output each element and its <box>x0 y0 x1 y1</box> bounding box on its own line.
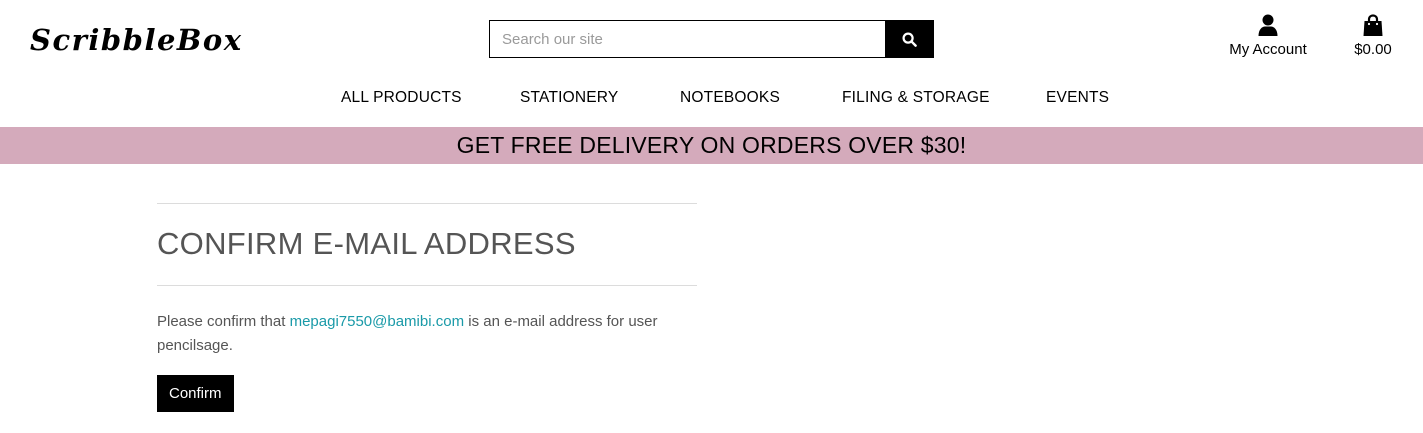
nav-item-notebooks[interactable]: NOTEBOOKS <box>680 89 780 107</box>
search-input[interactable] <box>489 20 885 58</box>
nav-item-events[interactable]: EVENTS <box>1046 89 1109 107</box>
delivery-banner: GET FREE DELIVERY ON ORDERS OVER $30! <box>0 127 1423 164</box>
search-form <box>489 20 934 58</box>
top-divider <box>157 203 697 204</box>
nav-item-filing-storage[interactable]: FILING & STORAGE <box>842 89 990 107</box>
user-icon <box>1222 14 1314 38</box>
page-title: CONFIRM E-MAIL ADDRESS <box>157 226 576 261</box>
site-logo[interactable]: ScribbleBox <box>30 20 243 60</box>
main-nav: ALL PRODUCTS STATIONERY NOTEBOOKS FILING… <box>0 89 1423 111</box>
title-divider <box>157 285 697 286</box>
my-account-label: My Account <box>1229 41 1307 58</box>
nav-item-all-products[interactable]: ALL PRODUCTS <box>341 89 462 107</box>
confirm-button[interactable]: Confirm <box>157 375 234 412</box>
shopping-bag-icon <box>1345 14 1401 38</box>
email-link[interactable]: mepagi7550@bamibi.com <box>290 313 465 330</box>
nav-item-stationery[interactable]: STATIONERY <box>520 89 618 107</box>
message-prefix: Please confirm that <box>157 313 286 330</box>
confirm-email-section: CONFIRM E-MAIL ADDRESS Please confirm th… <box>157 203 697 412</box>
search-icon <box>902 31 917 47</box>
my-account-link[interactable]: My Account <box>1222 14 1314 58</box>
cart-link[interactable]: $0.00 <box>1345 14 1401 58</box>
search-button[interactable] <box>885 20 934 58</box>
cart-total: $0.00 <box>1354 41 1392 58</box>
confirm-message: Please confirm that mepagi7550@bamibi.co… <box>157 310 697 358</box>
